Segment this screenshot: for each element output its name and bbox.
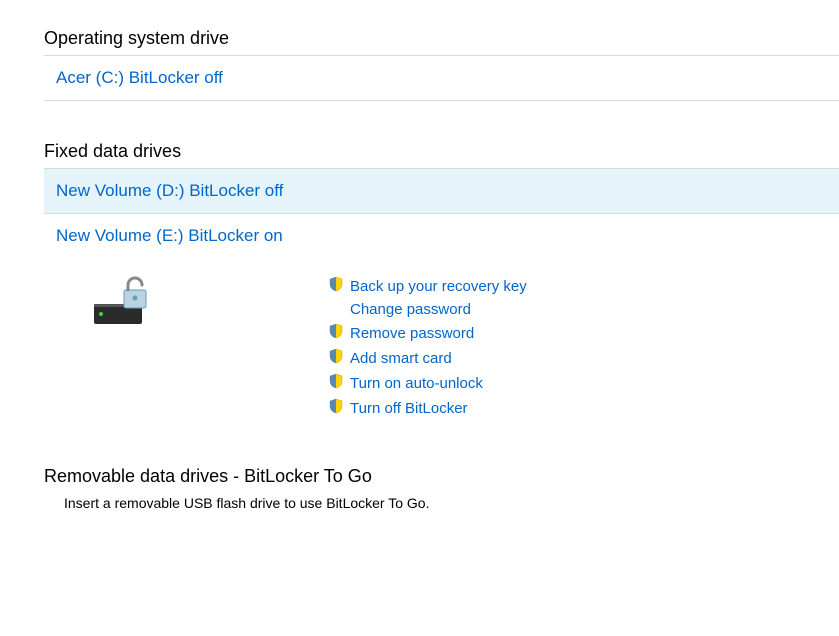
drive-unlocked-icon [94,276,158,326]
drive-link-e[interactable]: New Volume (E:) BitLocker on [56,226,283,245]
drive-row-c[interactable]: Acer (C:) BitLocker off [44,56,839,101]
action-link: Turn off BitLocker [350,400,468,417]
action-link: Turn on auto-unlock [350,375,483,392]
action-add-smart-card[interactable]: Add smart card [328,348,527,368]
drive-row-e[interactable]: New Volume (E:) BitLocker on [44,214,839,258]
drive-e-expanded: Back up your recovery key Change passwor… [44,258,839,448]
section-header-os: Operating system drive [44,28,839,56]
action-auto-unlock[interactable]: Turn on auto-unlock [328,373,527,393]
drive-e-actions: Back up your recovery key Change passwor… [328,276,527,418]
action-change-password[interactable]: Change password [328,301,527,318]
action-turn-off-bitlocker[interactable]: Turn off BitLocker [328,398,527,418]
section-header-removable: Removable data drives - BitLocker To Go [44,466,839,487]
removable-description: Insert a removable USB flash drive to us… [44,487,839,511]
shield-icon [328,323,344,343]
shield-icon [328,276,344,296]
shield-icon [328,398,344,418]
drive-link-d[interactable]: New Volume (D:) BitLocker off [56,181,283,200]
drive-row-d[interactable]: New Volume (D:) BitLocker off [44,169,839,214]
action-remove-password[interactable]: Remove password [328,323,527,343]
action-link: Remove password [350,325,474,342]
shield-icon [328,348,344,368]
action-link: Change password [350,301,471,318]
action-backup-key[interactable]: Back up your recovery key [328,276,527,296]
action-link: Add smart card [350,350,452,367]
drive-link-c[interactable]: Acer (C:) BitLocker off [56,68,223,87]
shield-icon [328,373,344,393]
section-header-fixed: Fixed data drives [44,141,839,169]
action-link: Back up your recovery key [350,278,527,295]
